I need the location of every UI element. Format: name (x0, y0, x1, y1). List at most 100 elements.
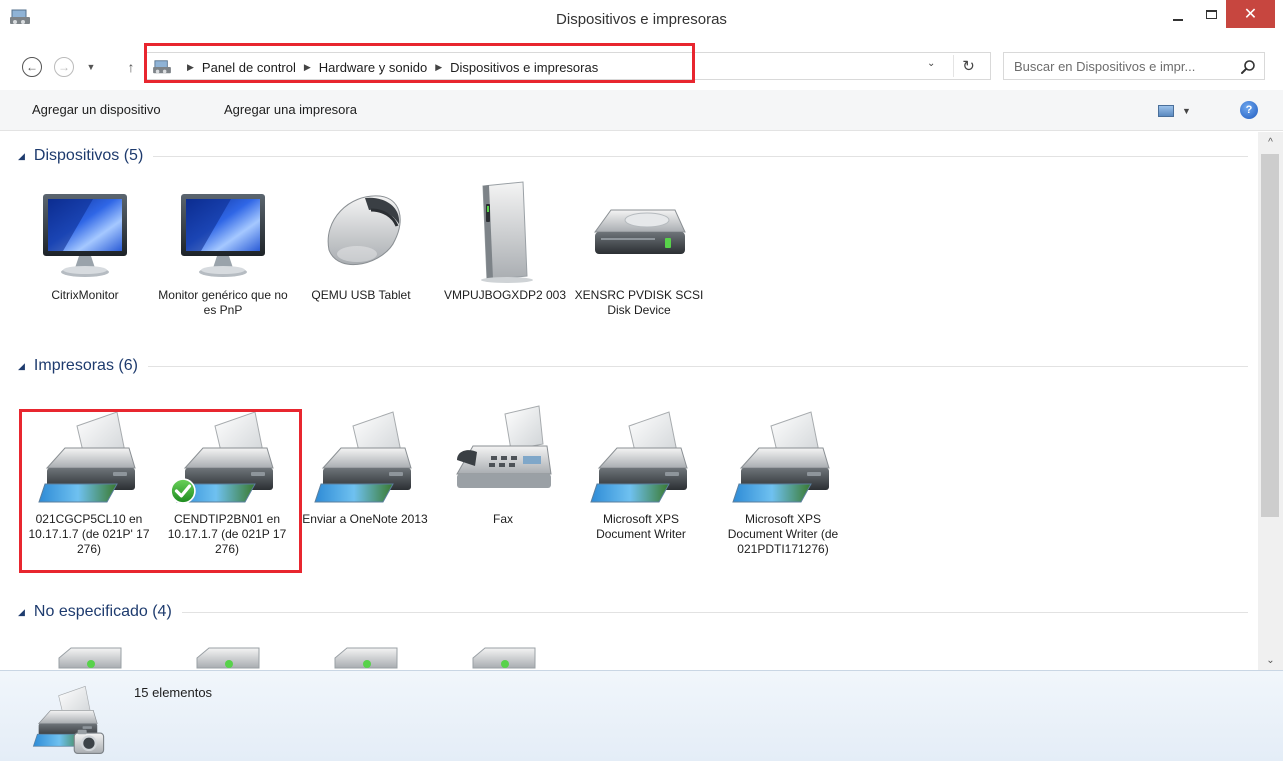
printer-icon (37, 404, 141, 508)
group-label: Impresoras (6) (33, 357, 138, 374)
printer-item[interactable]: Microsoft XPS Document Writer (de 021PDT… (718, 404, 848, 557)
breadcrumb-item-devices-printers[interactable]: Dispositivos e impresoras (450, 60, 598, 75)
address-bar[interactable]: ▶ Panel de control ▶ Hardware y sonido ▶… (146, 52, 991, 80)
back-arrow-icon: ← (22, 57, 42, 77)
default-checkmark-icon (170, 478, 196, 504)
add-device-button[interactable]: Agregar un dispositivo (32, 102, 161, 117)
collapse-triangle-icon[interactable]: ◢ (18, 607, 25, 618)
printer-item[interactable]: Fax (438, 404, 568, 527)
back-button[interactable]: ← (20, 56, 44, 78)
printer-item-default[interactable]: CENDTIP2BN01 en 10.17.1.7 (de 021P 17 27… (162, 404, 292, 557)
address-dropdown-icon[interactable]: ⌄ (927, 58, 935, 69)
control-panel-icon[interactable] (153, 59, 171, 75)
up-button[interactable]: ↑ (124, 56, 138, 78)
printer-label: Microsoft XPS Document Writer (596, 512, 686, 541)
maximize-icon (1205, 9, 1217, 19)
group-divider (153, 155, 1248, 157)
printer-item[interactable]: 021CGCP5CL10 en 10.17.1.7 (de 021P' 17 2… (24, 404, 154, 557)
forward-button[interactable]: → (52, 56, 76, 78)
search-input[interactable] (1004, 53, 1234, 79)
group-label: No especificado (4) (33, 603, 172, 620)
printer-label: CENDTIP2BN01 en 10.17.1.7 (de 021P 17 27… (167, 512, 287, 556)
printer-label: Microsoft XPS Document Writer (de 021PDT… (727, 512, 839, 556)
device-label: QEMU USB Tablet (311, 288, 411, 302)
device-label: Monitor genérico que no es PnP (158, 288, 288, 317)
refresh-button[interactable]: ↻ (953, 55, 983, 77)
mouse-icon (309, 180, 413, 284)
vertical-scrollbar[interactable]: ^ ⌄ (1258, 132, 1283, 670)
device-item[interactable]: QEMU USB Tablet (296, 180, 426, 303)
item-count: 15 elementos (134, 685, 213, 700)
up-arrow-icon: ↑ (127, 59, 135, 75)
device-label: CitrixMonitor (51, 288, 119, 302)
unspecified-device-icon (37, 638, 141, 670)
add-printer-button[interactable]: Agregar una impresora (224, 102, 357, 117)
breadcrumb: ▶ Panel de control ▶ Hardware y sonido ▶… (153, 57, 598, 77)
device-label: VMPUJBOGXDP2 003 (443, 288, 567, 302)
unspecified-device-icon (313, 638, 417, 670)
search-icon[interactable] (1240, 59, 1256, 75)
details-pane: 15 elementos (0, 670, 1283, 761)
help-icon[interactable]: ? (1240, 101, 1258, 119)
command-bar: Agregar un dispositivo Agregar una impre… (0, 90, 1283, 131)
printers-devices-icon (32, 685, 105, 755)
printer-item[interactable]: Enviar a OneNote 2013 (300, 404, 430, 527)
scroll-down-button[interactable]: ⌄ (1258, 650, 1283, 670)
breadcrumb-item-control-panel[interactable]: Panel de control (202, 60, 296, 75)
breadcrumb-separator-icon[interactable]: ▶ (187, 62, 194, 73)
fax-icon (451, 404, 555, 508)
unspecified-item[interactable] (24, 638, 154, 670)
scroll-thumb[interactable] (1261, 154, 1279, 517)
device-item[interactable]: VMPUJBOGXDP2 003 (440, 180, 570, 303)
maximize-button[interactable] (1196, 0, 1226, 28)
printer-label: Fax (492, 512, 513, 526)
unspecified-device-icon (175, 638, 279, 670)
close-button[interactable]: ✕ (1226, 0, 1275, 28)
view-icon (1158, 105, 1174, 117)
printer-icon (731, 404, 835, 508)
unspecified-device-icon (451, 638, 555, 670)
title-bar: Dispositivos e impresoras ✕ (0, 0, 1283, 40)
close-icon: ✕ (1243, 6, 1258, 23)
group-header-printers[interactable]: ◢ Impresoras (6) (18, 354, 1248, 378)
breadcrumb-separator-icon[interactable]: ▶ (435, 62, 442, 73)
chevron-down-icon: ▼ (86, 62, 96, 72)
unspecified-item[interactable] (162, 638, 292, 670)
group-label: Dispositivos (5) (33, 147, 144, 164)
minimize-button[interactable] (1162, 0, 1194, 28)
breadcrumb-separator-icon[interactable]: ▶ (304, 62, 311, 73)
items-view: ◢ Dispositivos (5) CitrixMonitor Monitor… (0, 132, 1258, 670)
group-divider (147, 365, 1248, 367)
collapse-triangle-icon[interactable]: ◢ (18, 361, 25, 372)
device-item[interactable]: Monitor genérico que no es PnP (158, 180, 288, 318)
breadcrumb-item-hardware-sound[interactable]: Hardware y sonido (319, 60, 427, 75)
printer-label: 021CGCP5CL10 en 10.17.1.7 (de 021P' 17 2… (28, 512, 150, 556)
unspecified-item[interactable] (300, 638, 430, 670)
hard-drive-icon (587, 180, 691, 284)
monitor-icon (33, 180, 137, 284)
computer-tower-icon (453, 180, 557, 284)
search-box[interactable] (1003, 52, 1265, 80)
collapse-triangle-icon[interactable]: ◢ (18, 151, 25, 162)
device-item[interactable]: XENSRC PVDISK SCSI Disk Device (574, 180, 704, 318)
refresh-icon: ↻ (962, 58, 975, 75)
recent-locations-button[interactable]: ▼ (84, 56, 98, 78)
printer-label: Enviar a OneNote 2013 (302, 512, 428, 526)
printer-item[interactable]: Microsoft XPS Document Writer (576, 404, 706, 542)
chevron-down-icon: ▼ (1182, 106, 1191, 116)
navigation-bar: ← → ▼ ↑ ▶ Panel de control ▶ Hardware y … (0, 40, 1283, 90)
device-item[interactable]: CitrixMonitor (20, 180, 150, 303)
group-header-devices[interactable]: ◢ Dispositivos (5) (18, 144, 1248, 168)
window-title: Dispositivos e impresoras (556, 11, 727, 28)
forward-arrow-icon: → (54, 57, 74, 77)
scroll-up-button[interactable]: ^ (1258, 132, 1283, 152)
change-view-button[interactable]: ▼ (1158, 101, 1202, 121)
printer-icon (589, 404, 693, 508)
group-header-unspecified[interactable]: ◢ No especificado (4) (18, 600, 1248, 624)
printer-icon (313, 404, 417, 508)
group-divider (181, 611, 1248, 613)
unspecified-item[interactable] (438, 638, 568, 670)
device-label: XENSRC PVDISK SCSI Disk Device (574, 288, 704, 317)
monitor-icon (171, 180, 275, 284)
minimize-icon (1173, 19, 1183, 21)
